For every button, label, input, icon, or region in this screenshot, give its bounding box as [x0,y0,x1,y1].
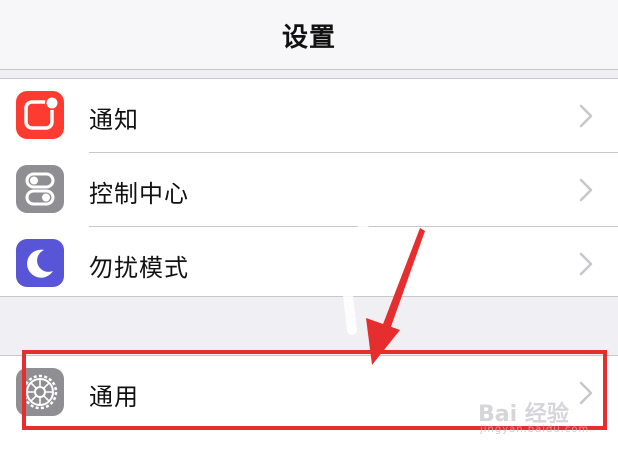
moon-icon [16,239,64,287]
settings-row-control-center[interactable]: 控制中心 [0,153,618,226]
settings-row-do-not-disturb[interactable]: 勿扰模式 [0,227,618,300]
chevron-right-icon [579,178,593,202]
chevron-right-icon [579,104,593,128]
page-title: 设置 [281,23,336,53]
chevron-right-icon [579,252,593,276]
notification-icon [16,91,64,139]
watermark-url: jingyan.baidu.com [480,424,590,435]
settings-row-label: 勿扰模式 [89,254,189,282]
settings-row-label: 控制中心 [89,180,189,208]
settings-row-label: 通知 [89,106,139,134]
settings-group-1: 通知 控制中心 勿扰模式 [0,78,618,297]
settings-row-notifications[interactable]: 通知 [0,79,618,152]
control-center-icon [16,165,64,213]
navigation-bar: 设置 [0,0,618,70]
